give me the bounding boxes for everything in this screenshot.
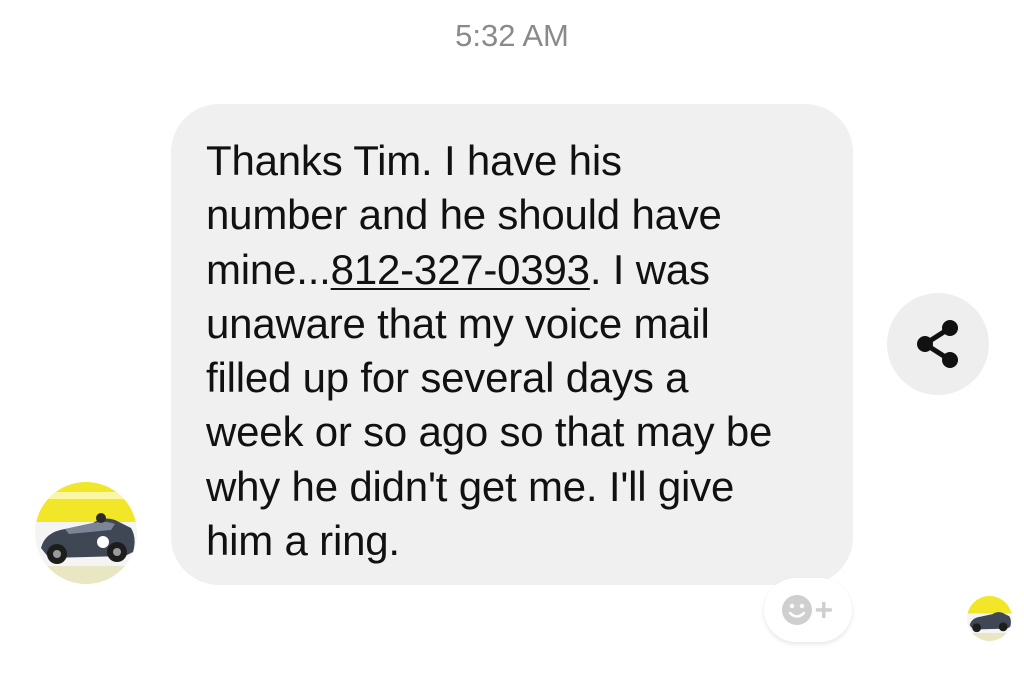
message-line-3-prefix: mine... [206,245,331,293]
read-receipt-avatar [967,596,1012,641]
phone-number-link[interactable]: 812-327-0393 [331,246,590,293]
add-reaction-button[interactable] [764,578,852,642]
sender-avatar[interactable] [35,482,137,584]
share-icon [917,320,958,368]
message-timestamp: 5:32 AM [455,18,569,53]
message-line-8: him a ring. [206,517,400,565]
message-line-6: week or so ago so that may be [206,408,773,456]
message-line-4: unaware that my voice mail [206,299,710,347]
message-line-5: filled up for several days a [206,354,689,402]
add-reaction-icon [782,595,832,625]
message-bubble[interactable]: Thanks Tim. I have his number and he sho… [171,104,853,585]
share-button[interactable] [887,293,989,395]
message-line-3-suffix: . I was [589,245,710,293]
message-line-1: Thanks Tim. I have his [206,137,622,184]
message-line-2: number and he should have [206,191,722,239]
message-line-7: why he didn't get me. I'll give [206,462,735,510]
avatar-car-photo [967,596,1012,641]
message-line-3: mine...812-327-0393. I was [206,243,819,297]
avatar-car-photo [35,482,137,584]
